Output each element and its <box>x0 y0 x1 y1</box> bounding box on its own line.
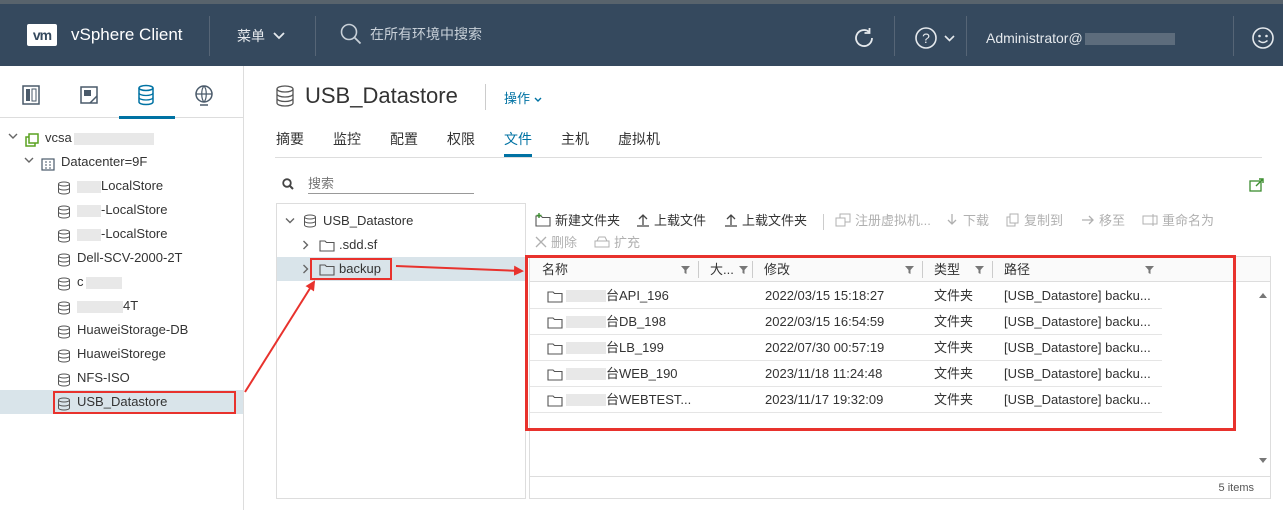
annotation-arrow <box>395 265 524 276</box>
annotation-arrow <box>244 280 316 393</box>
annotation-arrows <box>244 265 524 393</box>
